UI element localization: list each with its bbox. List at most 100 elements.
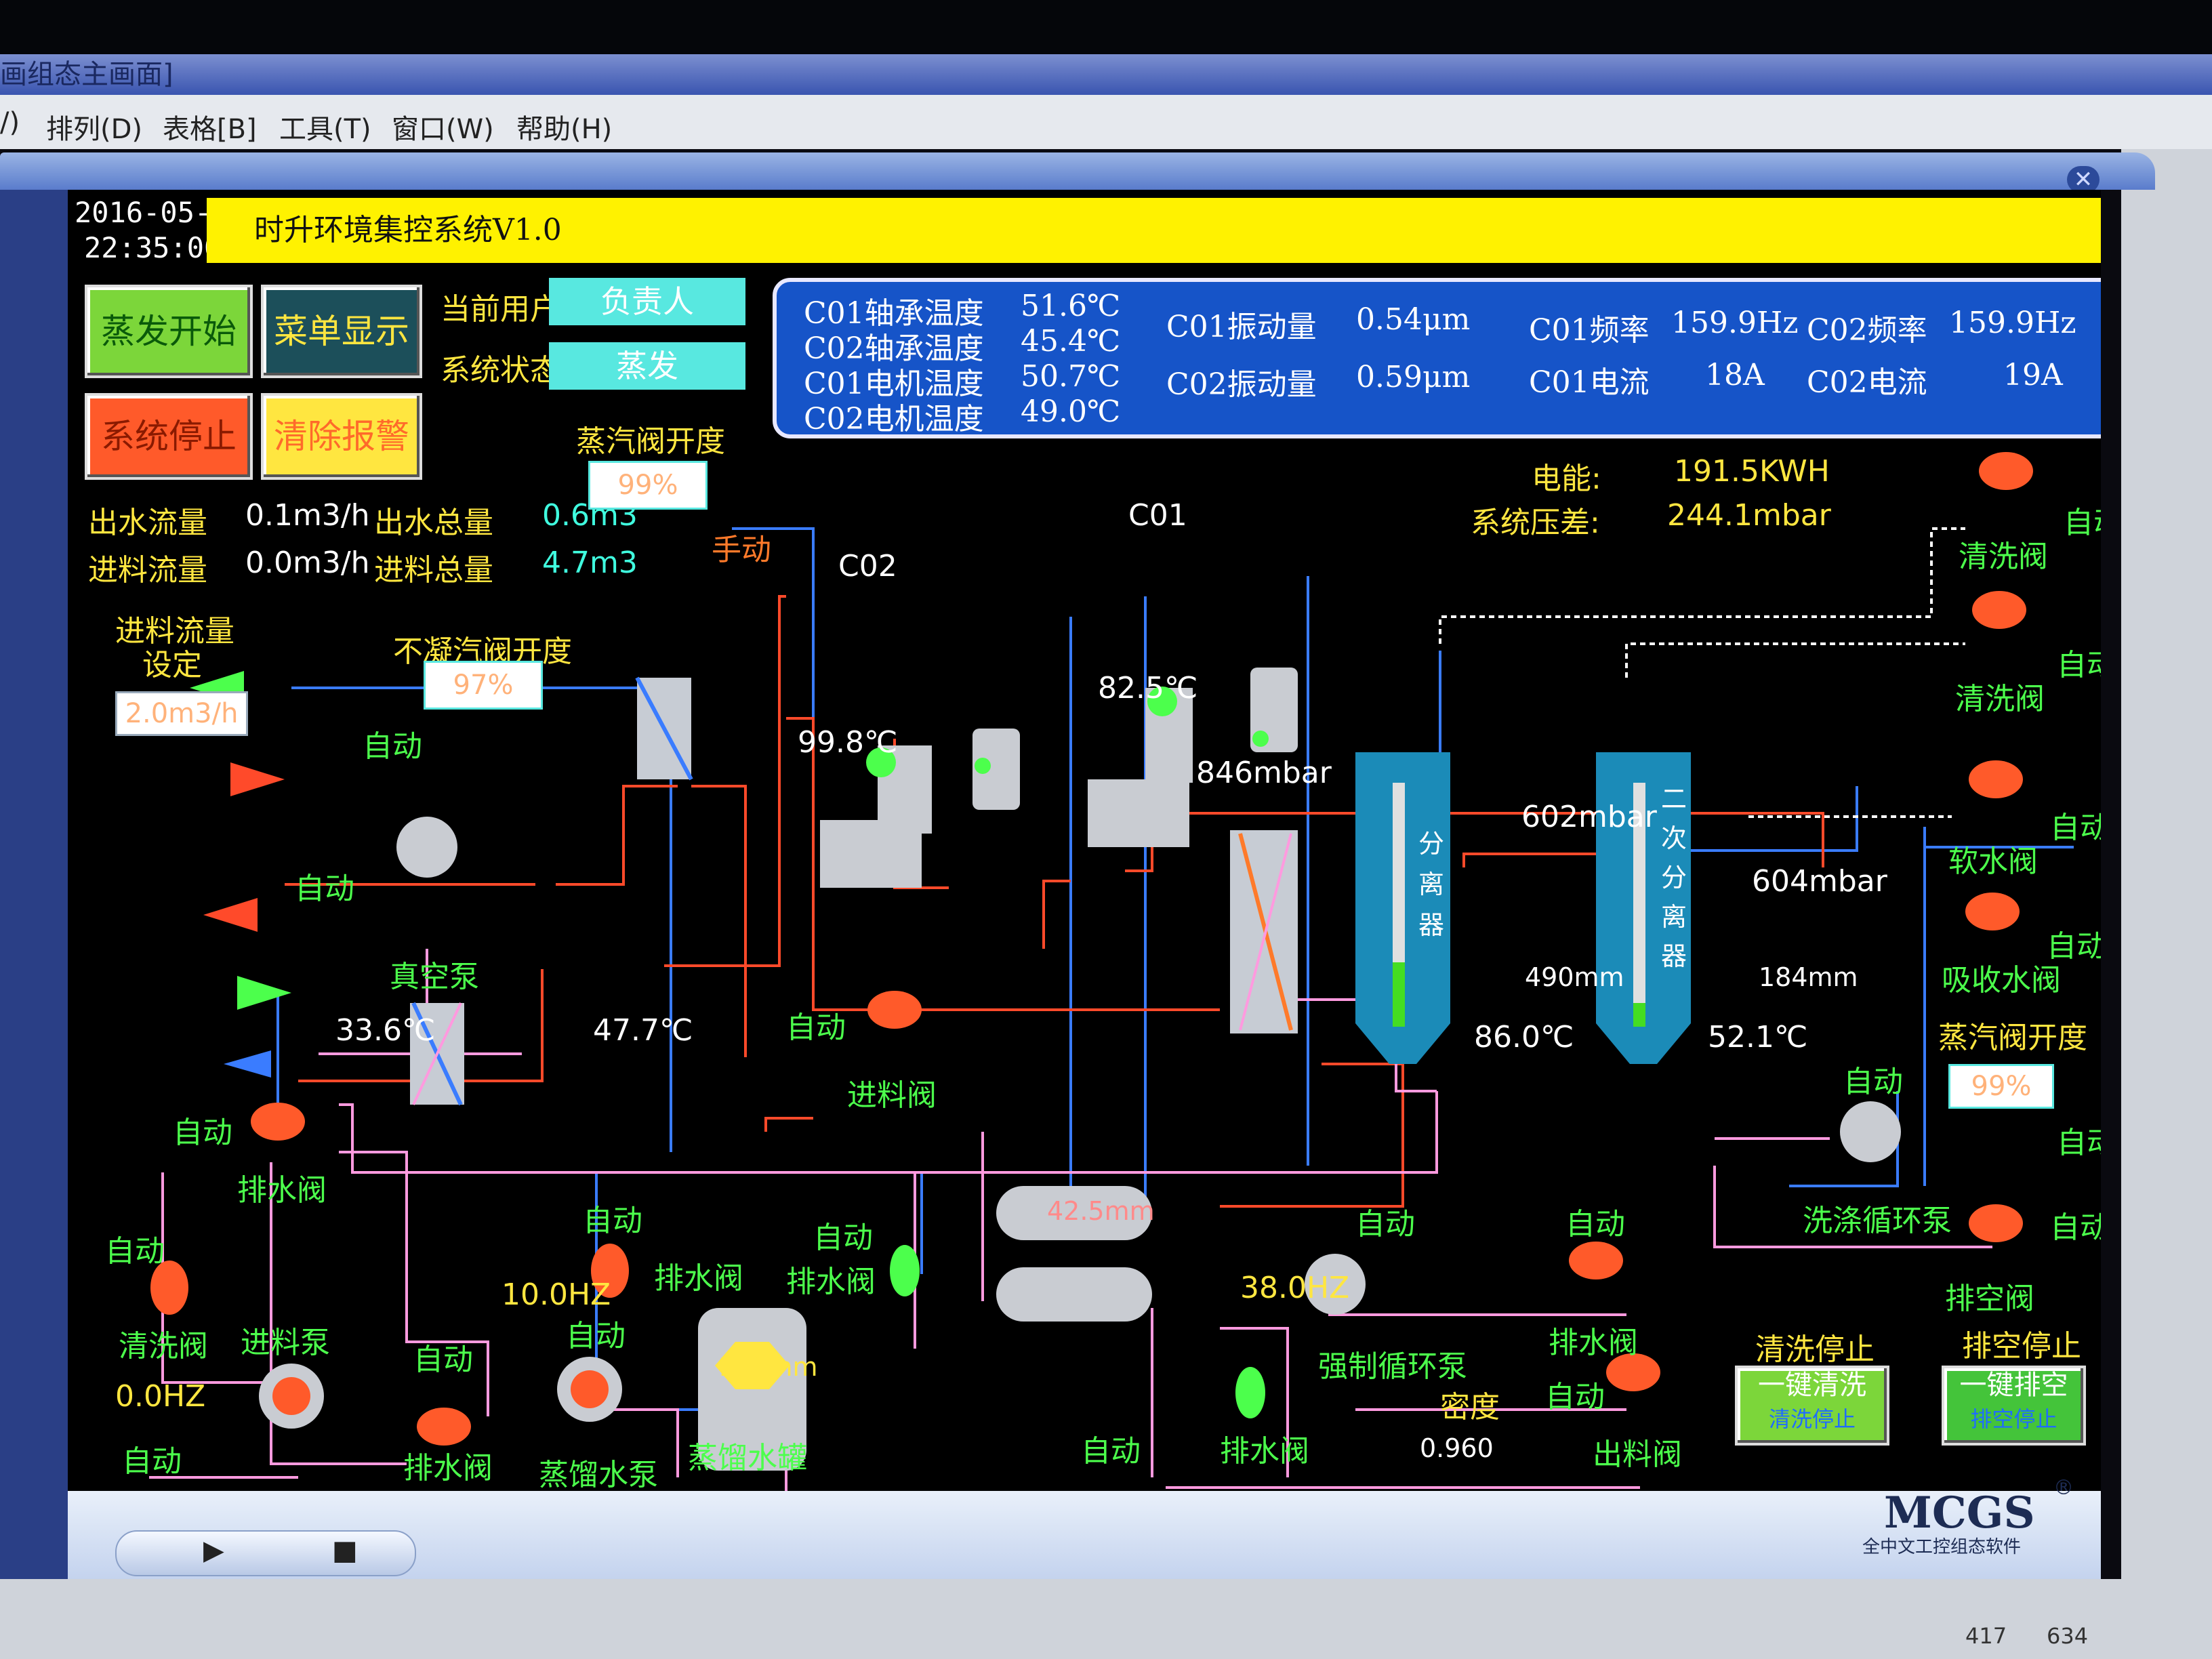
c01-freq-label: C01频率 [1529,313,1650,348]
temp-477: 47.7℃ [593,1013,693,1048]
coord-x: 417 [1965,1623,2007,1649]
auto-label-discharge: 自动 [1545,1380,1605,1414]
coord-y: 634 [2047,1623,2089,1649]
pressure-846: 846mbar [1196,756,1332,790]
status-info-panel: C01轴承温度 51.6℃ C02轴承温度 45.4℃ C01电机温度 50.7… [773,278,2101,438]
separator-1-label: 分 离 器 [1418,823,1445,945]
sep1-char-1: 分 [1418,829,1444,859]
window-title: 画组态主画面] [0,59,173,90]
drain-valve-3-label[interactable]: 排水阀 [654,1254,743,1297]
c02-vib-label: C02振动量 [1166,367,1317,402]
auto-label-vacuum: 自动 [295,872,354,906]
wash-pump-label: 洗涤循环泵 [1803,1204,1952,1238]
auto-label-drain-3: 自动 [583,1204,642,1238]
c01-motor-value: 50.7℃ [1021,359,1121,394]
system-title: 时升环境集控系统V1.0 [207,198,2101,263]
menu-item-tools[interactable]: 工具(T) [279,107,371,146]
auto-label-feed: 自动 [786,1010,846,1045]
distill-pump-freq: 10.0HZ [501,1277,611,1312]
sep1-char-2: 离 [1418,869,1444,899]
absorb-valve-label[interactable]: 吸收水阀 [1942,956,2061,999]
system-stop-button[interactable]: 系统停止 [85,393,253,480]
steam-valve-2-label: 蒸汽阀开度 [1938,1021,2087,1055]
one-key-vent-label: 一键排空 [1959,1370,2068,1401]
auto-label-distill-pump: 自动 [566,1319,626,1353]
auto-label-wash-pump: 自动 [1843,1065,1903,1099]
c01-vib-value: 0.54μm [1356,302,1471,337]
child-window-titlebar [0,152,2155,190]
c01-current-label: C01电流 [1529,365,1650,400]
feed-valve-label[interactable]: 进料阀 [847,1071,937,1114]
steam-valve-field[interactable]: 99% [588,461,708,510]
menu-item-arrange[interactable]: 排列(D) [46,107,142,146]
top-dark-area [0,0,2212,54]
auto-label-forced-pump: 自动 [1355,1207,1415,1242]
pressure-diff-label: 系统压差: [1471,506,1600,540]
menu-show-button[interactable]: 菜单显示 [261,285,422,378]
auto-label-drain-6: 自动 [1565,1207,1625,1242]
drain-valve-1-label[interactable]: 排水阀 [237,1166,327,1209]
c01-current-value: 18A [1705,358,1765,392]
inflow-setpoint-input[interactable]: 2.0m3/h [115,691,248,736]
menu-item-table[interactable]: 表格[B] [163,107,257,146]
menu-item-help[interactable]: 帮助(H) [516,107,612,146]
one-key-wash-button[interactable]: 一键清洗 清洗停止 [1735,1366,1889,1446]
close-icon[interactable]: ✕ [2067,166,2100,193]
mcgs-logo: MCGS [1884,1488,2035,1538]
manual-label: 手动 [712,533,771,567]
forced-pump-label: 强制循环泵 [1318,1349,1467,1384]
discharge-valve-label[interactable]: 出料阀 [1593,1430,1682,1473]
drain-valve-2-label[interactable]: 排水阀 [403,1443,493,1487]
vent-valve-label[interactable]: 排空阀 [1945,1274,2034,1317]
menu-item-window[interactable]: 窗口(W) [392,107,494,146]
level-184: 184mm [1759,962,1858,992]
distill-tank-label: 蒸馏水罐 [688,1441,807,1475]
feed-pump-label: 进料泵 [241,1326,330,1360]
clear-alarm-button[interactable]: 清除报警 [261,393,422,480]
c02-current-value: 19A [2003,358,2063,392]
outtotal-label: 出水总量 [374,506,493,540]
separator-2-label: 二 次 分 离 器 [1660,779,1687,976]
auto-label-steam-2: 自动 [2057,1126,2101,1160]
c02-vib-value: 0.59μm [1356,360,1471,394]
outflow-label: 出水流量 [88,506,207,540]
temp-336: 33.6℃ [335,1013,436,1048]
start-evaporation-button[interactable]: 蒸发开始 [85,285,253,378]
registered-mark: ® [2053,1476,2074,1500]
menu-item-view[interactable]: /) [0,107,20,138]
one-key-wash-label: 一键清洗 [1758,1370,1866,1401]
pressure-diff-value: 244.1mbar [1667,498,1831,533]
c02-freq-label: C02频率 [1807,313,1927,348]
left-frame [0,190,68,1579]
distill-pump-label: 蒸馏水泵 [539,1458,658,1491]
c01-bearing-value: 51.6℃ [1021,289,1121,323]
clean-valve-1-label[interactable]: 清洗阀 [1959,532,2048,575]
drain-valve-5-label[interactable]: 排水阀 [1220,1427,1309,1470]
forced-pump-freq: 38.0HZ [1240,1271,1350,1305]
steam-valve-label: 蒸汽阀开度 [576,424,725,459]
auto-label-drain-1: 自动 [173,1115,232,1150]
noncond-valve-field[interactable]: 97% [424,661,543,710]
temp-521: 52.1℃ [1708,1020,1808,1054]
temp-860: 86.0℃ [1474,1020,1574,1054]
soft-water-valve-label[interactable]: 软水阀 [1948,837,2038,880]
auto-label-feed-pump: 自动 [122,1444,182,1479]
pressure-604: 604mbar [1752,864,1887,899]
power-label: 电能: [1532,462,1601,496]
drain-valve-4-label[interactable]: 排水阀 [786,1257,876,1300]
steam-valve-2-field[interactable]: 99% [1948,1064,2054,1109]
feed-pump-freq: 0.0HZ [115,1379,206,1414]
drain-valve-6-label[interactable]: 排水阀 [1549,1318,1638,1361]
play-button[interactable]: ▶ [203,1535,224,1566]
clean-valve-2-label[interactable]: 清洗阀 [1955,674,2045,718]
wash-stop-status: 清洗停止 [1755,1332,1875,1367]
sep2-char-4: 离 [1660,902,1687,932]
stop-button[interactable]: ■ [332,1535,358,1566]
wash-stop-sublabel: 清洗停止 [1768,1406,1856,1432]
playback-bar [115,1530,416,1576]
right-panel [2121,149,2212,1659]
clean-valve-left-label[interactable]: 清洗阀 [119,1322,208,1365]
distill-tank-level: 126mm [718,1352,818,1382]
sep2-char-1: 二 [1660,784,1687,814]
one-key-vent-button[interactable]: 一键排空 排空停止 [1942,1366,2086,1446]
